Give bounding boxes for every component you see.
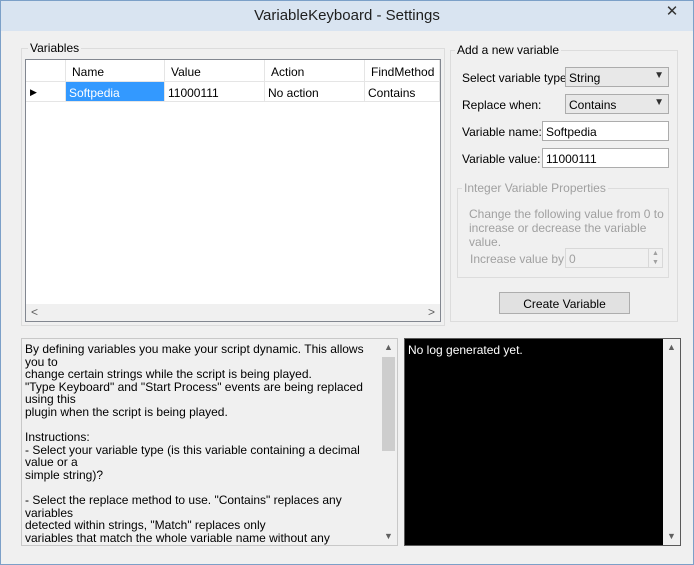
cell-action[interactable]: No action: [265, 82, 365, 102]
title-bar[interactable]: VariableKeyboard - Settings ✕: [1, 1, 693, 31]
new-variable-group-label: Add a new variable: [455, 43, 562, 57]
grid-horizontal-scrollbar[interactable]: < >: [26, 304, 440, 321]
variables-grid[interactable]: Name Value Action FindMethod ▶ Softpedia…: [25, 59, 441, 322]
scroll-thumb[interactable]: [382, 357, 395, 451]
replace-when-select[interactable]: Contains ▼: [565, 94, 669, 114]
scroll-up-icon[interactable]: ▲: [380, 339, 397, 356]
replace-when-value: Contains: [569, 98, 617, 112]
integer-properties-label: Integer Variable Properties: [462, 181, 608, 195]
chevron-down-icon: ▼: [654, 70, 664, 81]
log-text: No log generated yet.: [408, 343, 523, 357]
chevron-up-icon: ▲: [652, 250, 659, 257]
increase-value-label: Increase value by:: [470, 252, 568, 266]
variable-value-label: Variable value:: [462, 152, 541, 166]
log-vertical-scrollbar[interactable]: ▲ ▼: [663, 339, 680, 545]
grid-corner-header: [26, 60, 66, 82]
chevron-down-icon: ▼: [652, 259, 659, 266]
scroll-left-icon[interactable]: <: [26, 304, 43, 321]
cell-name[interactable]: Softpedia: [66, 82, 165, 102]
settings-window: VariableKeyboard - Settings ✕ Variables …: [0, 0, 694, 565]
integer-hint-text: Change the following value from 0 to inc…: [469, 207, 664, 249]
variable-value-field[interactable]: 11000111: [542, 148, 669, 168]
column-header-value[interactable]: Value: [165, 60, 265, 82]
replace-when-label: Replace when:: [462, 98, 542, 112]
increase-value-stepper: 0 ▲ ▼: [565, 248, 663, 268]
chevron-down-icon: ▼: [654, 97, 664, 108]
log-box[interactable]: No log generated yet. ▲ ▼: [404, 338, 681, 546]
cell-findmethod[interactable]: Contains: [365, 82, 440, 102]
increase-value: 0: [569, 252, 576, 266]
variable-type-value: String: [569, 71, 601, 85]
variable-type-select[interactable]: String ▼: [565, 67, 669, 87]
scroll-down-icon[interactable]: ▼: [380, 528, 397, 545]
stepper-arrows: ▲ ▼: [648, 249, 662, 267]
window-title: VariableKeyboard - Settings: [254, 7, 440, 24]
scroll-right-icon[interactable]: >: [423, 304, 440, 321]
variables-group-label: Variables: [28, 41, 82, 55]
column-header-name[interactable]: Name: [66, 60, 165, 82]
column-header-findmethod[interactable]: FindMethod: [365, 60, 440, 82]
close-icon[interactable]: ✕: [659, 2, 685, 22]
variable-name-label: Variable name:: [462, 125, 542, 139]
scroll-up-icon[interactable]: ▲: [663, 339, 680, 356]
help-text-box[interactable]: By defining variables you make your scri…: [21, 338, 398, 546]
help-text: By defining variables you make your scri…: [25, 342, 364, 545]
variable-name-field[interactable]: Softpedia: [542, 121, 669, 141]
scroll-down-icon[interactable]: ▼: [663, 528, 680, 545]
column-header-action[interactable]: Action: [265, 60, 365, 82]
cell-value[interactable]: 11000111: [165, 82, 265, 102]
help-vertical-scrollbar[interactable]: ▲ ▼: [380, 339, 397, 545]
row-indicator-icon[interactable]: ▶: [26, 82, 66, 102]
variable-type-label: Select variable type:: [462, 71, 571, 85]
create-variable-button[interactable]: Create Variable: [499, 292, 630, 314]
